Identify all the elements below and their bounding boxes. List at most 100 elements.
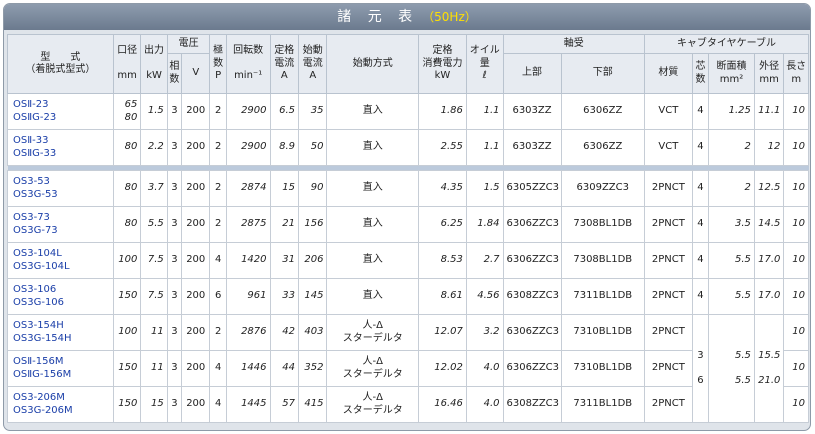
table-row: OS3-73 OS3G-73 80 5.5 3 200 2 2875 21 156 直入 6.25 1.… bbox=[7, 206, 809, 243]
model-cell: OS3-154H OS3G-154H bbox=[7, 314, 114, 351]
phase-cell: 3 bbox=[166, 170, 183, 207]
header-outer: 外径 mm bbox=[753, 53, 785, 94]
cable-area-cell: 2 bbox=[708, 170, 755, 207]
bearing-upper-cell: 6303ZZ bbox=[502, 93, 562, 130]
output-cell: 15 bbox=[140, 386, 168, 423]
voltage-cell: 200 bbox=[180, 278, 211, 315]
cable-cores-merged-cell: 3 6 bbox=[691, 314, 710, 423]
voltage-cell: 200 bbox=[180, 386, 211, 423]
rpm-cell: 961 bbox=[225, 278, 271, 315]
voltage-cell: 200 bbox=[180, 350, 211, 387]
cable-area-cell: 1.25 bbox=[708, 93, 755, 130]
poles-cell: 4 bbox=[209, 242, 227, 279]
voltage-cell: 200 bbox=[180, 242, 211, 279]
table-row: OS3-53 OS3G-53 80 3.7 3 200 2 2874 15 90 直入 4.35 1.5… bbox=[7, 170, 809, 207]
bore-cell: 150 bbox=[112, 386, 142, 423]
header-cable-group: キャブタイヤケーブル bbox=[643, 34, 810, 54]
start-current-cell: 415 bbox=[297, 386, 328, 423]
model-name-detachable: OS3G-206M bbox=[13, 404, 73, 416]
start-method-cell: 直入 bbox=[326, 206, 420, 243]
bearing-lower-cell: 7308BL1DB bbox=[560, 206, 645, 243]
header-rpm: 回転数 min⁻¹ bbox=[225, 34, 271, 94]
table-row: OSⅡ-156M OSⅡG-156M 150 11 3 200 4 1446 44 352 人-Δ … bbox=[7, 350, 809, 387]
power-cell: 8.53 bbox=[418, 242, 467, 279]
cable-area-cell: 2 bbox=[708, 129, 755, 166]
cable-material-cell: 2PNCT bbox=[643, 170, 693, 207]
start-method-cell: 人-Δ スターデルタ bbox=[326, 314, 420, 351]
table-row: OS3-154H OS3G-154H 100 11 3 200 2 2876 42 403 人-Δ … bbox=[7, 314, 809, 423]
bearing-lower-cell: 6309ZZC3 bbox=[560, 170, 645, 207]
bearing-upper-cell: 6306ZZC3 bbox=[502, 206, 562, 243]
power-cell: 16.46 bbox=[418, 386, 467, 423]
oil-cell: 2.7 bbox=[465, 242, 504, 279]
header-power: 定格 消費電力 kW bbox=[418, 34, 467, 94]
bearing-lower-cell: 7310BL1DB bbox=[560, 350, 645, 387]
cable-cores-cell: 4 bbox=[691, 170, 710, 207]
cable-cores-cell: 4 bbox=[691, 129, 710, 166]
start-current-cell: 206 bbox=[297, 242, 328, 279]
rated-current-cell: 8.9 bbox=[269, 129, 300, 166]
header-cores: 芯数 bbox=[691, 53, 710, 94]
header-bore: 口径 mm bbox=[112, 34, 142, 94]
model-cell: OS3-53 OS3G-53 bbox=[7, 170, 114, 207]
phase-cell: 3 bbox=[166, 278, 183, 315]
phase-cell: 3 bbox=[166, 242, 183, 279]
rpm-cell: 2876 bbox=[225, 314, 271, 351]
power-cell: 12.02 bbox=[418, 350, 467, 387]
output-cell: 2.2 bbox=[140, 129, 168, 166]
start-method-cell: 人-Δ スターデルタ bbox=[326, 350, 420, 387]
table-row: OSⅡ-23 OSⅡG-23 65 80 1.5 3 200 2 2900 6.5 35 直入 1.8… bbox=[7, 93, 809, 130]
rpm-cell: 2900 bbox=[225, 129, 271, 166]
bore-cell: 150 bbox=[112, 350, 142, 387]
model-name-detachable: OS3G-106 bbox=[13, 296, 65, 308]
output-cell: 7.5 bbox=[140, 242, 168, 279]
power-cell: 1.86 bbox=[418, 93, 467, 130]
bearing-upper-cell: 6303ZZ bbox=[502, 129, 562, 166]
header-output: 出力 kW bbox=[140, 34, 168, 94]
cable-material-cell: 2PNCT bbox=[643, 314, 693, 351]
output-cell: 1.5 bbox=[140, 93, 168, 130]
header-bearing-lower: 下部 bbox=[560, 53, 645, 94]
cable-length-cell: 10 bbox=[783, 170, 809, 207]
start-method-cell: 直入 bbox=[326, 93, 420, 130]
output-cell: 3.7 bbox=[140, 170, 168, 207]
cable-length-cell: 10 bbox=[783, 314, 809, 351]
start-method-cell: 直入 bbox=[326, 129, 420, 166]
model-cell: OSⅡ-33 OSⅡG-33 bbox=[7, 129, 114, 166]
model-name: OS3-104L bbox=[13, 248, 62, 259]
cable-outer-cell: 12 bbox=[753, 129, 785, 166]
cable-length-cell: 10 bbox=[783, 386, 809, 423]
bearing-upper-cell: 6306ZZC3 bbox=[502, 242, 562, 279]
bearing-upper-cell: 6308ZZC3 bbox=[502, 278, 562, 315]
table-row: OSⅡ-33 OSⅡG-33 80 2.2 3 200 2 2900 8.9 50 直入 2.55 1.… bbox=[7, 129, 809, 166]
power-cell: 2.55 bbox=[418, 129, 467, 166]
cable-length-cell: 10 bbox=[783, 129, 809, 166]
rated-current-cell: 31 bbox=[269, 242, 300, 279]
poles-cell: 2 bbox=[209, 314, 227, 351]
start-method-cell: 直入 bbox=[326, 242, 420, 279]
voltage-cell: 200 bbox=[180, 170, 211, 207]
cable-outer-cell: 17.0 bbox=[753, 242, 785, 279]
bearing-upper-cell: 6306ZZC3 bbox=[502, 350, 562, 387]
power-cell: 12.07 bbox=[418, 314, 467, 351]
cable-length-cell: 10 bbox=[783, 350, 809, 387]
poles-cell: 4 bbox=[209, 386, 227, 423]
bearing-lower-cell: 7311BL1DB bbox=[560, 386, 645, 423]
oil-cell: 1.5 bbox=[465, 170, 504, 207]
oil-cell: 4.0 bbox=[465, 386, 504, 423]
start-method-cell: 直入 bbox=[326, 278, 420, 315]
bearing-upper-cell: 6308ZZC3 bbox=[502, 386, 562, 423]
bearing-upper-cell: 6305ZZC3 bbox=[502, 170, 562, 207]
cable-area-cell: 5.5 bbox=[708, 278, 755, 315]
table-title-bar: 諸 元 表（50Hz） bbox=[4, 4, 810, 30]
voltage-cell: 200 bbox=[180, 314, 211, 351]
header-poles: 極数P bbox=[209, 34, 227, 94]
phase-cell: 3 bbox=[166, 314, 183, 351]
cable-outer-cell: 11.1 bbox=[753, 93, 785, 130]
bore-cell: 100 bbox=[112, 314, 142, 351]
header-start-method: 始動方式 bbox=[326, 34, 420, 94]
output-cell: 11 bbox=[140, 350, 168, 387]
cable-material-cell: VCT bbox=[643, 129, 693, 166]
table-row: OS3-206M OS3G-206M 150 15 3 200 4 1445 57 415 人-Δ … bbox=[7, 386, 809, 423]
model-name: OS3-154H bbox=[13, 320, 64, 331]
